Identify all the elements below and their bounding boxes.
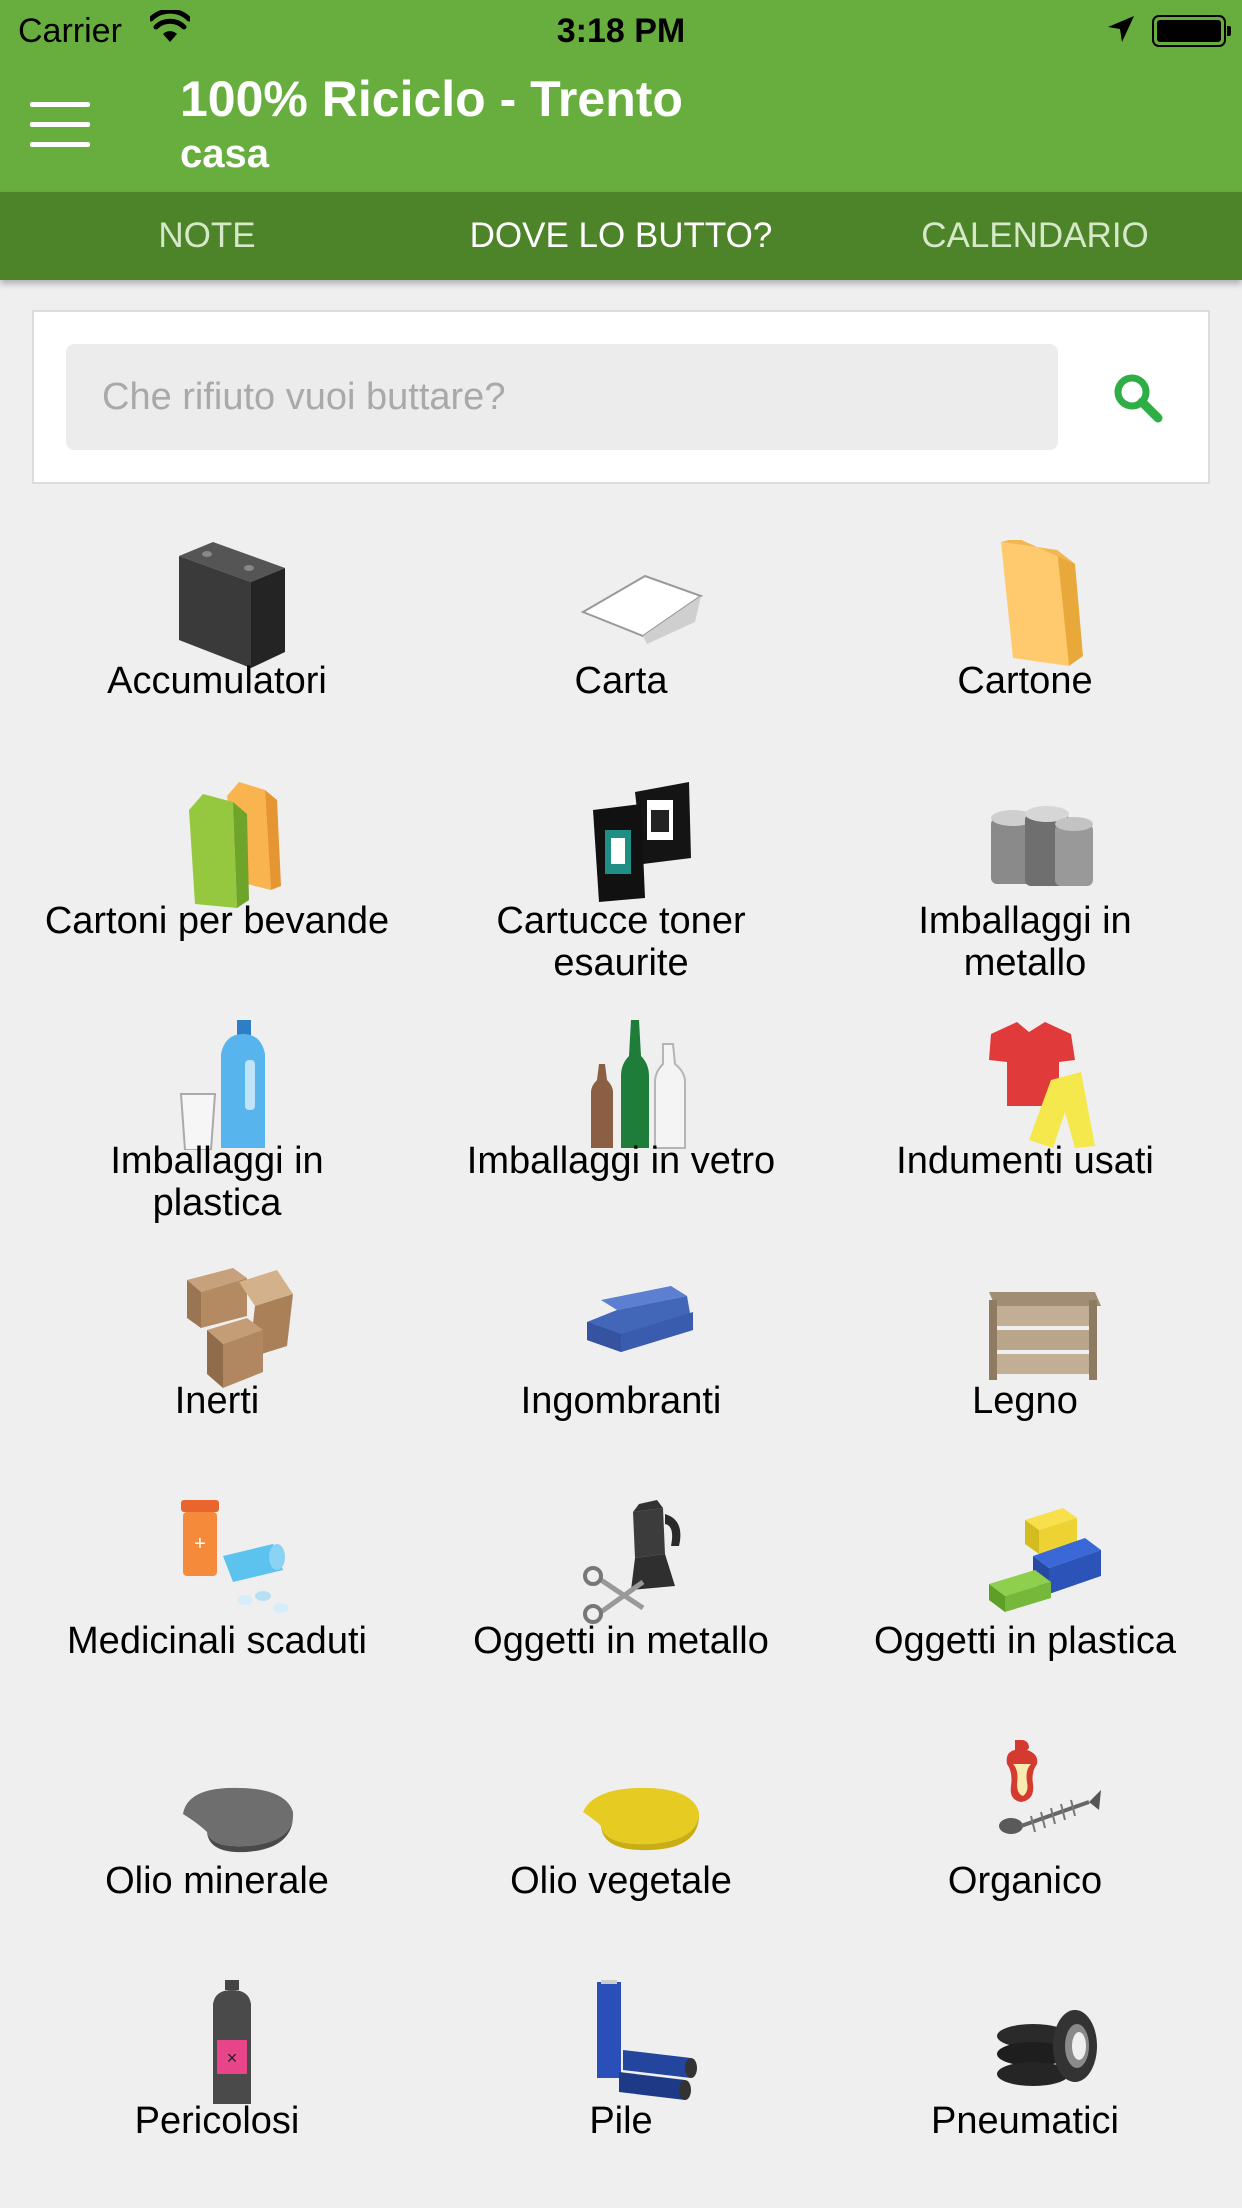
category-pericolosi[interactable]: × Pericolosi bbox=[15, 1960, 419, 2200]
category-label: Pericolosi bbox=[134, 2100, 300, 2142]
category-cartoni-per-bevande[interactable]: Cartoni per bevande bbox=[15, 760, 419, 1000]
tab-note[interactable]: NOTE bbox=[0, 192, 414, 280]
category-oggetti-metallo[interactable]: Oggetti in metallo bbox=[419, 1480, 823, 1720]
category-oggetti-plastica[interactable]: Oggetti in plastica bbox=[823, 1480, 1227, 1720]
location-arrow-icon bbox=[1108, 16, 1134, 42]
plastic-bottle-icon bbox=[179, 1020, 265, 1150]
category-label: Oggetti in metallo bbox=[473, 1620, 769, 1662]
hamburger-menu-icon[interactable] bbox=[30, 102, 90, 148]
bricks-icon bbox=[187, 1268, 293, 1388]
spray-can-icon: × bbox=[213, 1980, 251, 2104]
category-label: Inerti bbox=[174, 1380, 260, 1422]
status-bar: Carrier 3:18 PM bbox=[0, 0, 1242, 60]
category-label: Pneumatici bbox=[931, 2100, 1119, 2142]
app-subtitle: casa bbox=[180, 132, 269, 176]
category-label: Olio vegetale bbox=[510, 1860, 732, 1902]
category-pneumatici[interactable]: Pneumatici bbox=[823, 1960, 1227, 2200]
category-grid: Accumulatori Carta Cartone Cartoni per b… bbox=[0, 520, 1242, 2200]
category-accumulatori[interactable]: Accumulatori bbox=[15, 520, 419, 760]
battery-indicator-icon bbox=[1152, 15, 1231, 47]
cardboard-bag-icon bbox=[1001, 540, 1083, 666]
tyres-icon bbox=[997, 2010, 1097, 2086]
vegetable-oil-icon bbox=[583, 1787, 700, 1851]
category-label: Ingombranti bbox=[520, 1380, 722, 1422]
category-legno[interactable]: Legno bbox=[823, 1240, 1227, 1480]
category-olio-vegetale[interactable]: Olio vegetale bbox=[419, 1720, 823, 1960]
category-label: Accumulatori bbox=[107, 660, 327, 702]
category-label: Imballaggi in vetro bbox=[466, 1140, 776, 1182]
category-inerti[interactable]: Inerti bbox=[15, 1240, 419, 1480]
category-label: Carta bbox=[574, 660, 668, 702]
ink-cartridge-icon bbox=[593, 782, 691, 902]
tab-bar: NOTE DOVE LO BUTTO? CALENDARIO bbox=[0, 192, 1242, 280]
category-label: Cartucce toner esaurite bbox=[496, 900, 746, 984]
category-label: Medicinali scaduti bbox=[67, 1620, 367, 1662]
drink-carton-icon bbox=[189, 782, 281, 908]
clothes-icon bbox=[989, 1022, 1095, 1148]
category-label: Legno bbox=[972, 1380, 1078, 1422]
toy-bricks-icon bbox=[989, 1508, 1101, 1612]
category-ingombranti[interactable]: Ingombranti bbox=[419, 1240, 823, 1480]
category-label: Indumenti usati bbox=[896, 1140, 1154, 1182]
category-label: Oggetti in plastica bbox=[873, 1620, 1177, 1662]
category-organico[interactable]: Organico bbox=[823, 1720, 1227, 1960]
medicine-icon: + bbox=[181, 1500, 289, 1613]
apple-fishbone-icon bbox=[999, 1740, 1101, 1834]
category-cartone[interactable]: Cartone bbox=[823, 520, 1227, 760]
battery-icon bbox=[179, 542, 285, 668]
category-label: Pile bbox=[589, 2100, 653, 2142]
svg-text:×: × bbox=[227, 2048, 238, 2068]
wooden-crate-icon bbox=[989, 1292, 1101, 1380]
metal-cans-icon bbox=[991, 806, 1093, 886]
clock: 3:18 PM bbox=[556, 12, 686, 50]
batteries-icon bbox=[597, 1980, 697, 2100]
category-pile[interactable]: Pile bbox=[419, 1960, 823, 2200]
paper-icon bbox=[580, 574, 704, 644]
mineral-oil-icon bbox=[183, 1787, 294, 1853]
svg-text:+: + bbox=[194, 1533, 206, 1555]
sofa-icon bbox=[587, 1286, 693, 1352]
search-card bbox=[32, 310, 1210, 484]
category-medicinali-scaduti[interactable]: + Medicinali scaduti bbox=[15, 1480, 419, 1720]
category-imballaggi-plastica[interactable]: Imballaggi in plastica bbox=[15, 1000, 419, 1240]
tab-calendario[interactable]: CALENDARIO bbox=[828, 192, 1242, 280]
search-input[interactable] bbox=[66, 344, 1058, 450]
search-icon[interactable] bbox=[1108, 368, 1168, 428]
category-label: Imballaggi in metallo bbox=[918, 900, 1132, 984]
category-carta[interactable]: Carta bbox=[419, 520, 823, 760]
category-imballaggi-metallo[interactable]: Imballaggi in metallo bbox=[823, 760, 1227, 1000]
category-cartucce-toner[interactable]: Cartucce toner esaurite bbox=[419, 760, 823, 1000]
category-indumenti-usati[interactable]: Indumenti usati bbox=[823, 1000, 1227, 1240]
app-title: 100% Riciclo - Trento bbox=[180, 71, 683, 127]
category-label: Olio minerale bbox=[105, 1860, 329, 1902]
tab-dove-lo-butto[interactable]: DOVE LO BUTTO? bbox=[414, 192, 828, 280]
app-bar: 100% Riciclo - Trento casa bbox=[0, 60, 1242, 192]
moka-scissors-icon bbox=[583, 1500, 681, 1624]
category-olio-minerale[interactable]: Olio minerale bbox=[15, 1720, 419, 1960]
category-label: Cartoni per bevande bbox=[44, 900, 390, 942]
category-label: Cartone bbox=[957, 660, 1093, 702]
category-label: Imballaggi in plastica bbox=[110, 1140, 324, 1224]
glass-bottles-icon bbox=[591, 1020, 686, 1149]
category-label: Organico bbox=[947, 1860, 1103, 1902]
category-imballaggi-vetro[interactable]: Imballaggi in vetro bbox=[419, 1000, 823, 1240]
